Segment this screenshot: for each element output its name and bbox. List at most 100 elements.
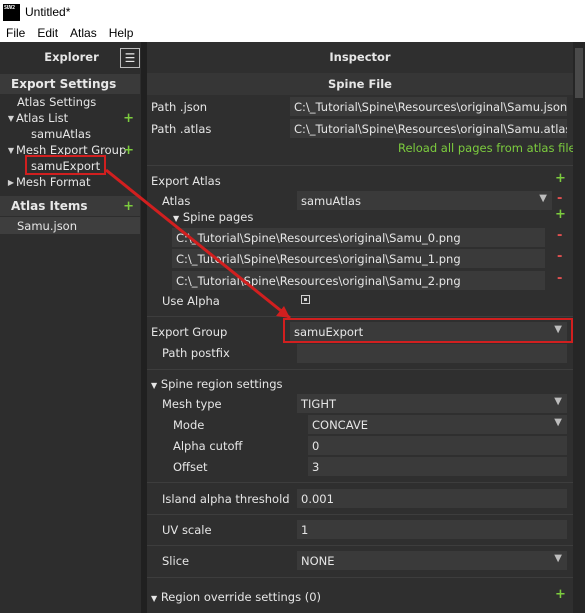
tree-item-label: Atlas Settings [17,95,97,109]
menu-bar: File Edit Atlas Help [0,24,585,42]
path-atlas-label: Path .atlas [151,122,212,136]
menu-atlas[interactable]: Atlas [64,26,103,40]
atlas-label: Atlas [162,194,191,208]
path-postfix-label: Path postfix [162,346,230,360]
island-threshold-label: Island alpha threshold [162,492,290,506]
add-atlas-item-icon[interactable]: + [123,199,134,214]
tree-item-label: Atlas List [16,111,69,125]
mode-dropdown[interactable]: CONCAVE ▼ [308,415,567,434]
export-settings-header[interactable]: Export Settings [0,74,140,94]
expand-arrow-icon[interactable]: ▼ [6,114,16,123]
remove-atlas-icon[interactable]: - [557,191,562,206]
remove-page-icon[interactable]: - [557,228,562,243]
divider [147,545,573,546]
divider [147,482,573,483]
use-alpha-label: Use Alpha [162,294,220,308]
inspector-panel: Inspector Spine File Path .json C:\_Tuto… [147,42,576,613]
inspector-title: Inspector [329,50,391,64]
add-export-atlas-icon[interactable]: + [555,171,566,186]
add-atlas-icon[interactable]: + [123,111,134,126]
add-spine-page-icon[interactable]: + [555,207,566,222]
reload-pages-link[interactable]: Reload all pages from atlas file [398,141,576,155]
path-json-label: Path .json [151,100,208,114]
uv-scale-field[interactable]: 1 [297,520,567,539]
remove-page-icon[interactable]: - [557,249,562,264]
add-export-group-icon[interactable]: + [123,143,134,158]
spine-page-0[interactable]: C:\_Tutorial\Spine\Resources\original\Sa… [172,228,545,247]
expand-arrow-icon[interactable]: ▼ [6,146,16,155]
spine-page-2[interactable]: C:\_Tutorial\Spine\Resources\original\Sa… [172,271,545,290]
slice-dropdown[interactable]: NONE ▼ [297,551,567,570]
add-region-override-icon[interactable]: + [555,587,566,602]
spine-pages-header[interactable]: ▼ Spine pages [173,210,253,224]
export-group-dropdown[interactable]: samuExport ▼ [290,322,567,341]
chevron-down-icon: ▼ [554,396,562,407]
region-settings-label: Spine region settings [160,377,283,391]
path-postfix-field[interactable] [297,344,567,363]
tree-item-label: Samu.json [17,218,78,233]
chevron-down-icon: ▼ [539,193,547,204]
mesh-type-dropdown[interactable]: TIGHT ▼ [297,394,567,413]
atlas-items-label: Atlas Items [11,199,88,213]
uv-scale-label: UV scale [162,523,212,537]
scrollbar-thumb[interactable] [575,48,583,98]
title-bar: SUV2 Untitled* [0,0,585,24]
tree-item-mesh-export-group[interactable]: ▼ Mesh Export Group + [0,142,140,158]
tree-item-samu-export[interactable]: samuExport [0,158,140,174]
menu-file[interactable]: File [0,26,31,40]
region-override-label: Region override settings (0) [160,590,322,604]
path-atlas-field[interactable]: C:\_Tutorial\Spine\Resources\original\Sa… [290,119,567,138]
use-alpha-checkbox[interactable] [301,295,310,304]
path-json-field[interactable]: C:\_Tutorial\Spine\Resources\original\Sa… [290,97,567,116]
mode-label: Mode [173,418,205,432]
alpha-cutoff-field[interactable]: 0 [308,436,567,455]
tree-item-mesh-format[interactable]: ▶ Mesh Format [0,174,140,190]
atlas-item-samu-json[interactable]: Samu.json [0,217,140,234]
mode-value: CONCAVE [312,417,368,432]
expand-arrow-icon: ▼ [151,381,158,390]
menu-help[interactable]: Help [103,26,140,40]
divider [147,369,573,370]
alpha-cutoff-label: Alpha cutoff [173,439,243,453]
divider [147,165,573,166]
tree-item-label: Mesh Format [16,175,91,189]
window-title: Untitled* [25,5,71,19]
chevron-down-icon: ▼ [554,553,562,564]
tree-item-atlas-settings[interactable]: Atlas Settings [0,94,140,110]
island-threshold-field[interactable]: 0.001 [297,489,567,508]
tree-item-label: samuAtlas [31,127,91,141]
offset-field[interactable]: 3 [308,457,567,476]
remove-page-icon[interactable]: - [557,271,562,286]
atlas-items-header[interactable]: Atlas Items + [0,196,140,216]
atlas-dropdown-value: samuAtlas [301,193,361,208]
spine-file-header: Spine File [147,73,573,95]
tree-item-atlas-list[interactable]: ▼ Atlas List + [0,110,140,126]
expand-arrow-icon: ▼ [173,214,180,223]
mesh-type-value: TIGHT [301,396,336,411]
divider [147,514,573,515]
export-group-label: Export Group [151,325,228,339]
atlas-dropdown[interactable]: samuAtlas ▼ [297,191,552,210]
explorer-panel: Explorer ☰ Export Settings Atlas Setting… [0,42,143,613]
menu-edit[interactable]: Edit [31,26,64,40]
inspector-scrollbar[interactable] [573,42,585,613]
tree-item-label: samuExport [31,159,101,173]
expand-arrow-icon: ▼ [151,594,158,603]
region-override-header[interactable]: ▼ Region override settings (0) [151,590,321,604]
region-settings-header[interactable]: ▼ Spine region settings [151,377,283,391]
export-group-value: samuExport [294,324,364,339]
chevron-down-icon: ▼ [554,324,562,335]
slice-label: Slice [162,554,190,568]
tree-item-label: Mesh Export Group [16,143,127,157]
divider [147,316,573,317]
spine-page-1[interactable]: C:\_Tutorial\Spine\Resources\original\Sa… [172,249,545,268]
spine-pages-label: Spine pages [182,210,254,224]
hamburger-menu-icon[interactable]: ☰ [120,48,140,68]
chevron-down-icon: ▼ [554,417,562,428]
divider [147,577,573,578]
offset-label: Offset [173,460,208,474]
collapse-arrow-icon[interactable]: ▶ [6,178,16,187]
mesh-type-label: Mesh type [162,397,222,411]
slice-value: NONE [301,553,335,568]
tree-item-samu-atlas[interactable]: samuAtlas [0,126,140,142]
